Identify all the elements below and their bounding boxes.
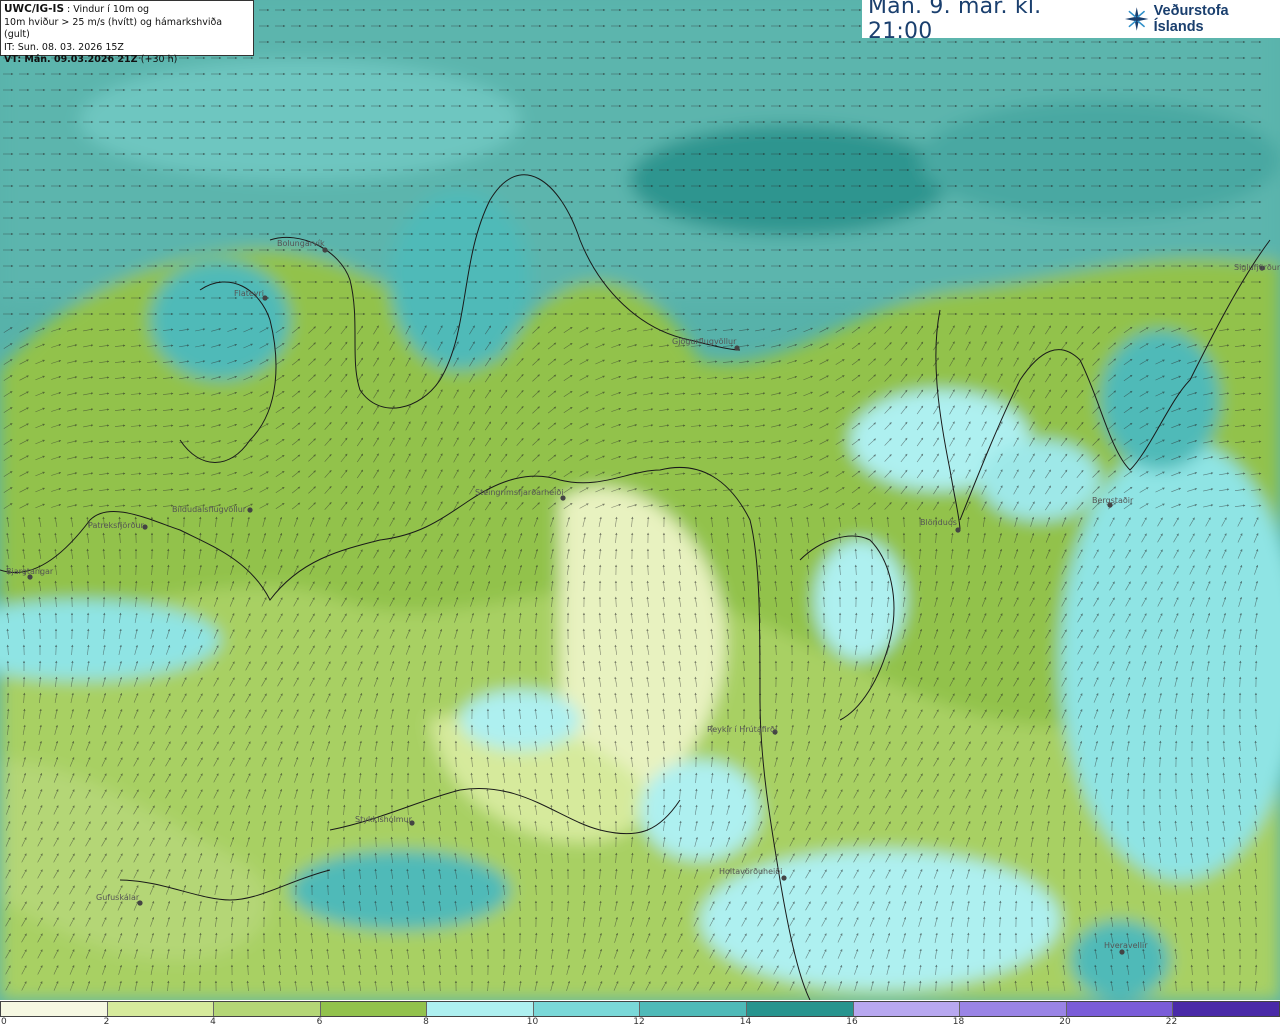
vedurstofa-star-logo-icon — [1125, 7, 1149, 31]
colorbar-tick-label: 20 — [1059, 1017, 1071, 1027]
colorbar-tick-label: 2 — [103, 1017, 110, 1027]
svg-text:Bjargtangar: Bjargtangar — [6, 567, 54, 576]
svg-text:Siglufjörður: Siglufjörður — [1234, 263, 1280, 272]
forecast-time-label: Mán. 9. mar. kl. 21:00 — [868, 0, 1042, 44]
svg-text:Bolungarvík: Bolungarvík — [277, 239, 325, 248]
colorbar-segments — [0, 1001, 1280, 1017]
svg-text:Bíldudalsflugvöllur: Bíldudalsflugvöllur — [172, 505, 247, 514]
colorbar-tick-label: 14 — [739, 1017, 752, 1027]
colorbar-segment — [214, 1002, 321, 1016]
svg-text:Blönduós: Blönduós — [920, 517, 957, 527]
init-time: IT: Sun. 08. 03. 2026 15Z — [4, 41, 124, 53]
colorbar-tick-label: 8 — [423, 1017, 429, 1027]
weather-map: Bolungarvík Flateyri Gjögurflugvöllur Si… — [0, 0, 1280, 1000]
colorbar-tick-label: 18 — [952, 1017, 965, 1027]
colorbar-segment — [427, 1002, 534, 1016]
model-title-line: UWC/IG-IS : Vindur í 10m og — [4, 3, 250, 17]
vedurstofa-logo-text: Veðurstofa Íslands — [1153, 3, 1229, 35]
model-desc-2: 10m hviður > 25 m/s (hvítt) og hámarkshv… — [4, 16, 223, 41]
colorbar-tick-label: 6 — [316, 1017, 323, 1027]
wind-speed-colorbar: 0 2 4 6 8 10 12 14 16 18 20 22 — [0, 1000, 1280, 1030]
station-stykkisholmur: Stykkishólmur — [355, 814, 415, 826]
colorbar-tick-label: 10 — [526, 1017, 539, 1027]
colorbar-segment — [1066, 1002, 1174, 1016]
colorbar-segment — [320, 1002, 428, 1016]
valid-time-line: VT: Mán. 09.03.2026 21Z (+30 h) — [4, 54, 250, 67]
svg-text:Bergstaðir: Bergstaðir — [1092, 496, 1134, 505]
valid-time: VT: Mán. 09.03.2026 21Z — [4, 54, 138, 66]
station-reykir: Reykir í Hrútafirði — [707, 725, 778, 735]
colorbar-segment — [960, 1002, 1067, 1016]
svg-text:Reykir í Hrútafirði: Reykir í Hrútafirði — [707, 725, 777, 734]
model-name: UWC/IG-IS — [4, 3, 65, 15]
svg-text:Gjögurflugvöllur: Gjögurflugvöllur — [672, 337, 737, 346]
svg-text:Patreksfjörður: Patreksfjörður — [88, 521, 145, 530]
colorbar-segment — [107, 1002, 215, 1016]
model-info-box: UWC/IG-IS : Vindur í 10m og 10m hviður >… — [0, 0, 254, 65]
colorbar-segment — [640, 1002, 748, 1016]
colorbar-tick-label: 0 — [1, 1017, 7, 1027]
colorbar-segment — [1, 1002, 108, 1016]
svg-text:Flateyri: Flateyri — [234, 289, 264, 298]
colorbar-segment — [853, 1002, 961, 1016]
colorbar-tick-label: 12 — [633, 1017, 645, 1027]
forecast-header: Mán. 9. mar. kl. 21:00 Veðurstofa Ísland… — [862, 0, 1280, 44]
svg-text:Steingrímsfjarðarheiði: Steingrímsfjarðarheiði — [475, 488, 564, 497]
station-siglufjordur: Siglufjörður — [1234, 263, 1280, 272]
colorbar-segment — [1173, 1002, 1279, 1016]
vedurstofa-logo: Veðurstofa Íslands — [1124, 3, 1280, 35]
wind-speed-field — [0, 0, 1280, 1000]
model-desc-1: : Vindur í 10m og — [67, 4, 150, 15]
colorbar-segment — [533, 1002, 641, 1016]
forecast-offset: (+30 h) — [140, 54, 178, 66]
colorbar-tick-label: 16 — [846, 1017, 858, 1027]
station-patreksfjordur: Patreksfjörður — [88, 521, 148, 530]
station-bildudalur: Bíldudalsflugvöllur — [172, 505, 253, 514]
colorbar-tick-label: 22 — [1165, 1017, 1178, 1027]
colorbar-segment — [747, 1002, 854, 1016]
colorbar-tick-label: 4 — [210, 1017, 216, 1027]
